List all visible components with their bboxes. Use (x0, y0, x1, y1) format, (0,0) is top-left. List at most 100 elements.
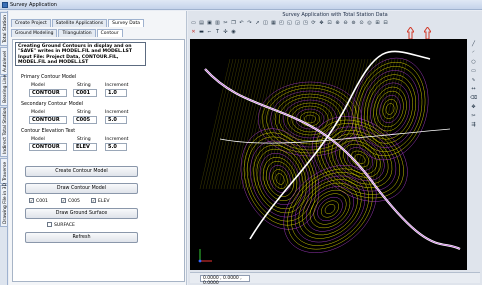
checkbox-c001-label: C001 (36, 199, 48, 204)
line-icon[interactable]: ▬ (198, 29, 205, 36)
primary-section-title: Primary Contour Model (21, 75, 77, 80)
side-tab-label: Drawing File in 3D (3, 183, 8, 224)
zoom-out-icon[interactable]: ⊖ (342, 20, 349, 27)
elevation-model-field[interactable]: CONTOUR (29, 143, 67, 151)
secondary-increment-field[interactable]: 5.0 (105, 116, 127, 124)
close-drawing-icon[interactable]: ✕ (190, 29, 197, 36)
contour-line (274, 93, 346, 145)
properties-icon[interactable]: ⊟ (382, 20, 389, 27)
tab-contour[interactable]: Contour (96, 29, 123, 37)
tab-create-project[interactable]: Create Project (11, 19, 51, 27)
checkbox-c001-box[interactable]: ✓ (29, 198, 34, 203)
draw-ground-surface-button[interactable]: Draw Ground Surface (25, 208, 138, 219)
side-tab-label: Autolevel (3, 50, 8, 72)
contour-line (379, 95, 401, 123)
tab-satellite-applications[interactable]: Satellite Applications (51, 19, 108, 27)
save-icon[interactable]: ▣ (206, 20, 213, 27)
point-icon[interactable]: ✣ (222, 29, 229, 36)
checkbox-c001[interactable]: ✓ C001 (29, 198, 48, 205)
cut-icon[interactable]: ✂ (222, 20, 229, 27)
contour-line (313, 193, 347, 225)
graphics-toolbar-bottom: ✕ ▬ ⌐ T ✣ ◉ (190, 29, 478, 37)
tab-survey-data[interactable]: Survey Data (108, 19, 144, 27)
checkbox-surface-box[interactable] (47, 222, 52, 227)
refresh-button[interactable]: Refresh (25, 232, 138, 243)
layer-icon[interactable]: ◫ (262, 20, 269, 27)
contour-line (278, 96, 341, 142)
side-tab-indirect-total-station[interactable]: Indirect Total Station (0, 107, 8, 157)
contour-line (287, 168, 373, 250)
contour-line (370, 82, 410, 136)
title-bar: Survey Application (0, 0, 482, 10)
zoom-all-icon[interactable]: ◎ (366, 20, 373, 27)
draw-line-icon[interactable]: ╱ (470, 41, 477, 48)
zoom-previous-icon[interactable]: ⊙ (358, 20, 365, 27)
trim-icon[interactable]: ✂ (470, 113, 477, 120)
drawing-canvas[interactable] (190, 39, 467, 270)
description-box: Creating Ground Contours in display and … (15, 42, 146, 66)
undo-icon[interactable]: ↶ (238, 20, 245, 27)
open-icon[interactable]: ▤ (198, 20, 205, 27)
create-contour-model-button[interactable]: Create Contour Model (25, 166, 138, 177)
rotate-icon[interactable]: ⟳ (310, 20, 317, 27)
view-3d-icon[interactable]: ◳ (302, 20, 309, 27)
checkbox-surface[interactable]: SURFACE (47, 222, 75, 229)
side-tab-autolevel[interactable]: Autolevel (0, 47, 8, 75)
print-icon[interactable]: ▥ (214, 20, 221, 27)
view-front-icon[interactable]: ◱ (286, 20, 293, 27)
elevation-string-field[interactable]: ELEV (73, 143, 97, 151)
checkbox-elev-box[interactable]: ✓ (91, 198, 96, 203)
measure-icon[interactable]: ⊞ (374, 20, 381, 27)
copy-icon[interactable]: ❐ (230, 20, 237, 27)
draw-spline-icon[interactable]: ∿ (470, 77, 477, 84)
grid-icon[interactable]: ▦ (270, 20, 277, 27)
draw-contour-model-button[interactable]: Draw Contour Model (25, 183, 138, 194)
contour-line (357, 66, 423, 152)
secondary-string-field[interactable]: C005 (73, 116, 97, 124)
redo-icon[interactable]: ↷ (246, 20, 253, 27)
contour-line (373, 86, 407, 132)
view-top-icon[interactable]: ◰ (278, 20, 285, 27)
col-header-increment: Increment (105, 110, 129, 115)
draw-circle-icon[interactable]: ○ (470, 59, 477, 66)
pan-icon[interactable]: ✥ (318, 20, 325, 27)
side-tab-traverse[interactable]: Traverse (0, 158, 8, 184)
erase-icon[interactable]: ⌫ (470, 95, 477, 102)
move-icon[interactable]: ✥ (470, 104, 477, 111)
checkbox-c005-box[interactable]: ✓ (61, 198, 66, 203)
tab-triangulation[interactable]: Triangulation (58, 29, 96, 37)
side-tab-label: Bearing Line (3, 74, 8, 103)
new-icon[interactable]: ▭ (190, 20, 197, 27)
secondary-model-field[interactable]: CONTOUR (29, 116, 67, 124)
draw-arc-icon[interactable]: ◜ (470, 50, 477, 57)
app-window: Survey Application Total Station Autolev… (0, 0, 482, 285)
zoom-extents-icon[interactable]: ⊚ (350, 20, 357, 27)
primary-increment-field[interactable]: 1.0 (105, 89, 127, 97)
snap-icon[interactable]: ◉ (230, 29, 237, 36)
draw-rect-icon[interactable]: ▭ (470, 68, 477, 75)
offset-icon[interactable]: ⇶ (470, 122, 477, 129)
primary-string-field[interactable]: C001 (73, 89, 97, 97)
primary-model-field[interactable]: CONTOUR (29, 89, 67, 97)
col-header-model: Model (31, 137, 45, 142)
dimension-icon[interactable]: ↔ (470, 86, 477, 93)
elevation-increment-field[interactable]: 5.0 (105, 143, 127, 151)
contour-line (243, 132, 317, 226)
secondary-section-title: Secondary Contour Model (21, 102, 84, 107)
side-tab-total-station[interactable]: Total Station (0, 12, 8, 46)
contour-line (283, 99, 337, 139)
tab-ground-modeling[interactable]: Ground Modeling (11, 29, 58, 37)
checkbox-c005[interactable]: ✓ C005 (61, 198, 80, 205)
checkbox-elev[interactable]: ✓ ELEV (91, 198, 110, 205)
select-icon[interactable]: ➚ (254, 20, 261, 27)
zoom-window-icon[interactable]: ⊡ (326, 20, 333, 27)
side-tab-label: Traverse (3, 161, 8, 181)
side-tab-bearing-line[interactable]: Bearing Line (0, 74, 8, 106)
contour-line (283, 165, 377, 253)
zoom-in-icon[interactable]: ⊕ (334, 20, 341, 27)
view-side-icon[interactable]: ◲ (294, 20, 301, 27)
text-icon[interactable]: T (214, 29, 221, 36)
side-tab-drawing-file-3d[interactable]: Drawing File in 3D (0, 183, 8, 227)
checkbox-c005-label: C005 (68, 199, 80, 204)
polyline-icon[interactable]: ⌐ (206, 29, 213, 36)
